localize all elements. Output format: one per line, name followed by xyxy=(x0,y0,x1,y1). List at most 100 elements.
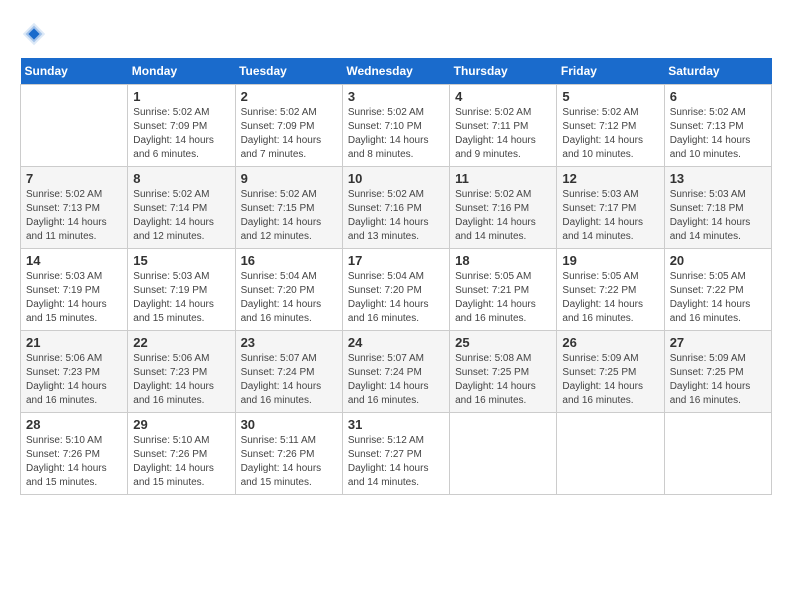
header-row: SundayMondayTuesdayWednesdayThursdayFrid… xyxy=(21,58,772,85)
calendar-cell: 5 Sunrise: 5:02 AMSunset: 7:12 PMDaylight… xyxy=(557,85,664,167)
day-number: 8 xyxy=(133,171,229,186)
calendar-header: SundayMondayTuesdayWednesdayThursdayFrid… xyxy=(21,58,772,85)
calendar-cell: 2 Sunrise: 5:02 AMSunset: 7:09 PMDaylight… xyxy=(235,85,342,167)
logo-icon xyxy=(20,20,48,48)
day-info: Sunrise: 5:09 AMSunset: 7:25 PMDaylight:… xyxy=(670,352,766,408)
day-number: 3 xyxy=(348,89,444,104)
day-info: Sunrise: 5:02 AMSunset: 7:09 PMDaylight:… xyxy=(241,106,337,162)
calendar-cell xyxy=(557,413,664,495)
day-info: Sunrise: 5:02 AMSunset: 7:09 PMDaylight:… xyxy=(133,106,229,162)
day-info: Sunrise: 5:03 AMSunset: 7:19 PMDaylight:… xyxy=(26,270,122,326)
day-number: 22 xyxy=(133,335,229,350)
day-info: Sunrise: 5:09 AMSunset: 7:25 PMDaylight:… xyxy=(562,352,658,408)
day-info: Sunrise: 5:05 AMSunset: 7:22 PMDaylight:… xyxy=(670,270,766,326)
day-info: Sunrise: 5:02 AMSunset: 7:14 PMDaylight:… xyxy=(133,188,229,244)
calendar-cell: 20 Sunrise: 5:05 AMSunset: 7:22 PMDayligh… xyxy=(664,249,771,331)
day-info: Sunrise: 5:02 AMSunset: 7:12 PMDaylight:… xyxy=(562,106,658,162)
day-info: Sunrise: 5:04 AMSunset: 7:20 PMDaylight:… xyxy=(348,270,444,326)
calendar-cell: 14 Sunrise: 5:03 AMSunset: 7:19 PMDayligh… xyxy=(21,249,128,331)
page-header xyxy=(20,20,772,48)
day-info: Sunrise: 5:02 AMSunset: 7:13 PMDaylight:… xyxy=(670,106,766,162)
calendar-cell: 29 Sunrise: 5:10 AMSunset: 7:26 PMDayligh… xyxy=(128,413,235,495)
day-number: 1 xyxy=(133,89,229,104)
day-number: 29 xyxy=(133,417,229,432)
calendar-week-row: 1 Sunrise: 5:02 AMSunset: 7:09 PMDaylight… xyxy=(21,85,772,167)
day-of-week-header: Wednesday xyxy=(342,58,449,85)
calendar-cell: 1 Sunrise: 5:02 AMSunset: 7:09 PMDaylight… xyxy=(128,85,235,167)
calendar-cell: 16 Sunrise: 5:04 AMSunset: 7:20 PMDayligh… xyxy=(235,249,342,331)
calendar-cell: 31 Sunrise: 5:12 AMSunset: 7:27 PMDayligh… xyxy=(342,413,449,495)
day-info: Sunrise: 5:04 AMSunset: 7:20 PMDaylight:… xyxy=(241,270,337,326)
day-number: 4 xyxy=(455,89,551,104)
calendar-cell: 12Sunrise: 5:03 AMSunset: 7:17 PMDayligh… xyxy=(557,167,664,249)
calendar-cell: 24 Sunrise: 5:07 AMSunset: 7:24 PMDayligh… xyxy=(342,331,449,413)
day-number: 31 xyxy=(348,417,444,432)
calendar-cell: 21 Sunrise: 5:06 AMSunset: 7:23 PMDayligh… xyxy=(21,331,128,413)
day-number: 10 xyxy=(348,171,444,186)
day-info: Sunrise: 5:10 AMSunset: 7:26 PMDaylight:… xyxy=(26,434,122,490)
day-number: 17 xyxy=(348,253,444,268)
day-number: 7 xyxy=(26,171,122,186)
calendar-week-row: 21 Sunrise: 5:06 AMSunset: 7:23 PMDayligh… xyxy=(21,331,772,413)
day-info: Sunrise: 5:08 AMSunset: 7:25 PMDaylight:… xyxy=(455,352,551,408)
day-info: Sunrise: 5:03 AMSunset: 7:17 PMDaylight:… xyxy=(562,188,658,244)
day-number: 5 xyxy=(562,89,658,104)
calendar-cell: 26 Sunrise: 5:09 AMSunset: 7:25 PMDayligh… xyxy=(557,331,664,413)
calendar-cell: 9 Sunrise: 5:02 AMSunset: 7:15 PMDaylight… xyxy=(235,167,342,249)
day-info: Sunrise: 5:02 AMSunset: 7:13 PMDaylight:… xyxy=(26,188,122,244)
day-number: 27 xyxy=(670,335,766,350)
day-number: 9 xyxy=(241,171,337,186)
day-of-week-header: Tuesday xyxy=(235,58,342,85)
day-number: 15 xyxy=(133,253,229,268)
day-info: Sunrise: 5:03 AMSunset: 7:19 PMDaylight:… xyxy=(133,270,229,326)
logo xyxy=(20,20,52,48)
day-number: 23 xyxy=(241,335,337,350)
day-of-week-header: Monday xyxy=(128,58,235,85)
day-info: Sunrise: 5:11 AMSunset: 7:26 PMDaylight:… xyxy=(241,434,337,490)
day-number: 19 xyxy=(562,253,658,268)
day-info: Sunrise: 5:06 AMSunset: 7:23 PMDaylight:… xyxy=(133,352,229,408)
calendar-cell: 27 Sunrise: 5:09 AMSunset: 7:25 PMDayligh… xyxy=(664,331,771,413)
day-number: 14 xyxy=(26,253,122,268)
calendar-cell: 15 Sunrise: 5:03 AMSunset: 7:19 PMDayligh… xyxy=(128,249,235,331)
calendar-cell: 10Sunrise: 5:02 AMSunset: 7:16 PMDayligh… xyxy=(342,167,449,249)
calendar-cell: 17 Sunrise: 5:04 AMSunset: 7:20 PMDayligh… xyxy=(342,249,449,331)
day-info: Sunrise: 5:07 AMSunset: 7:24 PMDaylight:… xyxy=(348,352,444,408)
calendar-cell: 25 Sunrise: 5:08 AMSunset: 7:25 PMDayligh… xyxy=(450,331,557,413)
calendar-cell xyxy=(21,85,128,167)
day-info: Sunrise: 5:02 AMSunset: 7:15 PMDaylight:… xyxy=(241,188,337,244)
day-info: Sunrise: 5:10 AMSunset: 7:26 PMDaylight:… xyxy=(133,434,229,490)
calendar-table: SundayMondayTuesdayWednesdayThursdayFrid… xyxy=(20,58,772,495)
calendar-body: 1 Sunrise: 5:02 AMSunset: 7:09 PMDaylight… xyxy=(21,85,772,495)
day-number: 6 xyxy=(670,89,766,104)
day-number: 18 xyxy=(455,253,551,268)
calendar-cell: 4 Sunrise: 5:02 AMSunset: 7:11 PMDaylight… xyxy=(450,85,557,167)
calendar-cell: 7 Sunrise: 5:02 AMSunset: 7:13 PMDaylight… xyxy=(21,167,128,249)
calendar-cell: 6 Sunrise: 5:02 AMSunset: 7:13 PMDaylight… xyxy=(664,85,771,167)
day-number: 26 xyxy=(562,335,658,350)
day-info: Sunrise: 5:05 AMSunset: 7:22 PMDaylight:… xyxy=(562,270,658,326)
day-number: 11 xyxy=(455,171,551,186)
day-number: 20 xyxy=(670,253,766,268)
day-of-week-header: Saturday xyxy=(664,58,771,85)
day-info: Sunrise: 5:02 AMSunset: 7:10 PMDaylight:… xyxy=(348,106,444,162)
day-number: 25 xyxy=(455,335,551,350)
calendar-cell: 28Sunrise: 5:10 AMSunset: 7:26 PMDayligh… xyxy=(21,413,128,495)
day-number: 16 xyxy=(241,253,337,268)
day-info: Sunrise: 5:02 AMSunset: 7:11 PMDaylight:… xyxy=(455,106,551,162)
calendar-cell: 18Sunrise: 5:05 AMSunset: 7:21 PMDayligh… xyxy=(450,249,557,331)
calendar-cell: 30 Sunrise: 5:11 AMSunset: 7:26 PMDayligh… xyxy=(235,413,342,495)
day-info: Sunrise: 5:07 AMSunset: 7:24 PMDaylight:… xyxy=(241,352,337,408)
day-info: Sunrise: 5:12 AMSunset: 7:27 PMDaylight:… xyxy=(348,434,444,490)
calendar-week-row: 28Sunrise: 5:10 AMSunset: 7:26 PMDayligh… xyxy=(21,413,772,495)
day-info: Sunrise: 5:06 AMSunset: 7:23 PMDaylight:… xyxy=(26,352,122,408)
calendar-cell: 11Sunrise: 5:02 AMSunset: 7:16 PMDayligh… xyxy=(450,167,557,249)
calendar-cell: 23 Sunrise: 5:07 AMSunset: 7:24 PMDayligh… xyxy=(235,331,342,413)
day-number: 2 xyxy=(241,89,337,104)
day-number: 21 xyxy=(26,335,122,350)
calendar-cell: 3 Sunrise: 5:02 AMSunset: 7:10 PMDaylight… xyxy=(342,85,449,167)
calendar-week-row: 7 Sunrise: 5:02 AMSunset: 7:13 PMDaylight… xyxy=(21,167,772,249)
day-number: 24 xyxy=(348,335,444,350)
day-of-week-header: Thursday xyxy=(450,58,557,85)
day-number: 30 xyxy=(241,417,337,432)
